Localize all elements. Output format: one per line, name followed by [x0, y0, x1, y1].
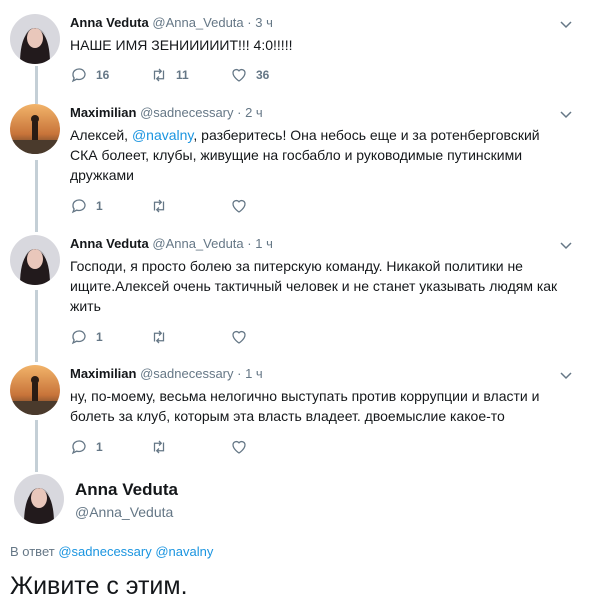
mention-link[interactable]: @navalny: [132, 127, 193, 143]
like-button[interactable]: [230, 438, 310, 456]
chevron-down-icon[interactable]: [558, 106, 574, 122]
reply-button[interactable]: 16: [70, 66, 150, 84]
retweet-button[interactable]: 11: [150, 66, 230, 84]
avatar[interactable]: [10, 365, 60, 415]
tweet-text: Господи, я просто болею за питерскую ком…: [70, 258, 558, 314]
chevron-down-icon[interactable]: [558, 16, 574, 32]
avatar[interactable]: [10, 14, 60, 64]
reply-count: 16: [96, 68, 110, 82]
heart-icon: [232, 199, 246, 213]
display-name[interactable]: Anna Veduta: [70, 236, 149, 251]
reply-button[interactable]: 1: [70, 197, 150, 215]
user-handle[interactable]: @Anna_Veduta: [152, 15, 243, 30]
tweet-text: Алексей, @navalny, разберитесь! Она небо…: [70, 125, 570, 185]
avatar[interactable]: [10, 235, 60, 285]
reply-mention[interactable]: @navalny: [155, 544, 213, 559]
chevron-down-icon[interactable]: [558, 367, 574, 383]
like-button[interactable]: [230, 328, 310, 346]
separator: ·: [237, 366, 242, 381]
retweet-icon: [153, 330, 165, 344]
tweet[interactable]: Maximilian @sadnecessary · 1 ч ну, по-мо…: [0, 365, 596, 465]
tweet-actions: 1: [70, 327, 310, 347]
tweet-text: НАШЕ ИМЯ ЗЕНИИИИИТ!!! 4:0!!!!!: [70, 37, 293, 53]
retweet-button[interactable]: [150, 328, 230, 346]
reply-button[interactable]: 1: [70, 438, 150, 456]
reply-icon: [71, 440, 86, 455]
reply-mention[interactable]: @sadnecessary: [58, 544, 151, 559]
heart-icon: [232, 440, 246, 454]
reply-count: 1: [96, 330, 103, 344]
tweet-actions: 1: [70, 437, 310, 457]
timestamp[interactable]: 2 ч: [245, 105, 263, 120]
tweet[interactable]: Anna Veduta @Anna_Veduta · 1 ч Господи, …: [0, 235, 596, 355]
main-avatar[interactable]: [14, 474, 64, 524]
avatar[interactable]: [10, 104, 60, 154]
retweet-button[interactable]: [150, 197, 230, 215]
reply-context: В ответ @sadnecessary @navalny: [10, 544, 213, 559]
reply-count: 1: [96, 199, 103, 213]
reply-icon: [71, 330, 86, 345]
display-name[interactable]: Maximilian: [70, 366, 136, 381]
separator: ·: [247, 236, 252, 251]
main-display-name[interactable]: Anna Veduta: [75, 480, 178, 500]
tweet[interactable]: Maximilian @sadnecessary · 2 ч Алексей, …: [0, 104, 596, 224]
user-handle[interactable]: @Anna_Veduta: [152, 236, 243, 251]
separator: ·: [247, 15, 252, 30]
display-name[interactable]: Maximilian: [70, 105, 136, 120]
tweet-header: Maximilian @sadnecessary · 1 ч: [70, 365, 263, 383]
timestamp[interactable]: 1 ч: [255, 236, 273, 251]
tweet-header: Maximilian @sadnecessary · 2 ч: [70, 104, 263, 122]
tweet-actions: 1: [70, 196, 310, 216]
user-handle[interactable]: @sadnecessary: [140, 105, 233, 120]
heart-icon: [232, 330, 246, 344]
reply-button[interactable]: 1: [70, 328, 150, 346]
retweet-count: 11: [176, 68, 189, 82]
retweet-icon: [153, 440, 165, 454]
like-button[interactable]: 36: [230, 66, 310, 84]
retweet-icon: [153, 68, 165, 82]
retweet-button[interactable]: [150, 438, 230, 456]
like-button[interactable]: [230, 197, 310, 215]
separator: ·: [237, 105, 242, 120]
tweet-header: Anna Veduta @Anna_Veduta · 1 ч: [70, 235, 273, 253]
tweet-actions: 16 11 36: [70, 65, 310, 85]
like-count: 36: [256, 68, 270, 82]
reply-icon: [71, 199, 86, 214]
reply-icon: [71, 68, 86, 83]
tweet-text: ну, по-моему, весьма нелогично выступать…: [70, 388, 540, 424]
heart-icon: [232, 68, 246, 82]
main-tweet-text: Живите с этим.: [10, 572, 188, 600]
timestamp[interactable]: 3 ч: [255, 15, 273, 30]
reply-prefix: В ответ: [10, 544, 55, 559]
reply-count: 1: [96, 440, 103, 454]
main-user-handle[interactable]: @Anna_Veduta: [75, 504, 173, 520]
chevron-down-icon[interactable]: [558, 237, 574, 253]
display-name[interactable]: Anna Veduta: [70, 15, 149, 30]
user-handle[interactable]: @sadnecessary: [140, 366, 233, 381]
tweet[interactable]: Anna Veduta @Anna_Veduta · 3 ч НАШЕ ИМЯ …: [0, 14, 596, 94]
tweet-header: Anna Veduta @Anna_Veduta · 3 ч: [70, 14, 273, 32]
retweet-icon: [153, 199, 165, 213]
timestamp[interactable]: 1 ч: [245, 366, 263, 381]
tweet-text-part: Алексей,: [70, 127, 132, 143]
